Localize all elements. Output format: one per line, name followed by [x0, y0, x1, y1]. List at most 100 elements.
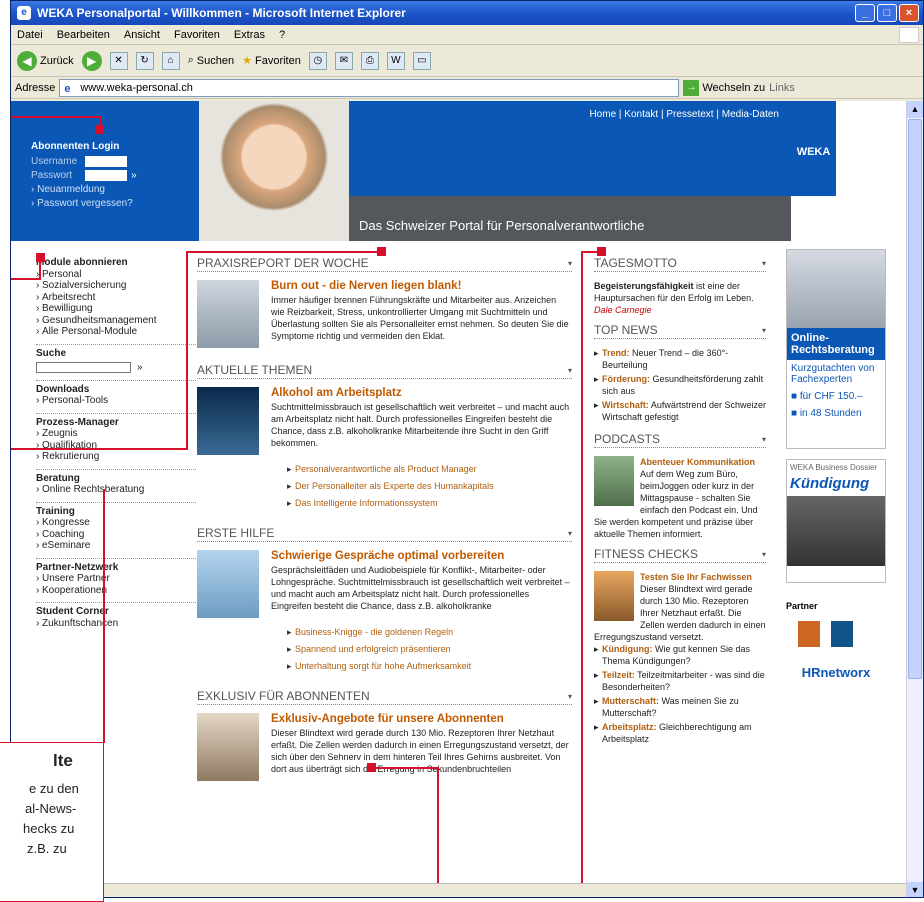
nav-item[interactable]: Sozialversicherung: [36, 280, 196, 292]
nav-section-prozess: Prozess-Manager: [36, 412, 196, 429]
nav-item[interactable]: Unsere Partner: [36, 573, 196, 585]
back-button[interactable]: ◀ Zurück: [17, 50, 74, 71]
nav-item[interactable]: Rekrutierung: [36, 451, 196, 463]
menu-extras[interactable]: Extras: [234, 29, 265, 41]
site-search-button[interactable]: »: [137, 362, 143, 374]
news-item[interactable]: Wirtschaft: Aufwärtstrend der Schweizer …: [594, 399, 766, 423]
history-icon[interactable]: ◷: [308, 51, 327, 70]
nav-item[interactable]: Personal-Tools: [36, 395, 196, 407]
search-icon: ⌕: [187, 54, 194, 66]
check-item[interactable]: Teilzeit: Teilzeitmitarbeiter - was sind…: [594, 669, 766, 693]
left-navigation: Module abonnieren Personal Sozialversich…: [36, 254, 196, 629]
scroll-down-icon[interactable]: ▼: [907, 882, 923, 897]
callout-line: [11, 278, 39, 280]
menu-bearbeiten[interactable]: Bearbeiten: [57, 29, 110, 41]
related-link[interactable]: Spannend und erfolgreich präsentieren: [287, 643, 572, 655]
related-link[interactable]: Unterhaltung sorgt für hohe Aufmerksamke…: [287, 660, 572, 672]
check-item[interactable]: Arbeitsplatz: Gleichberechtigung am Arbe…: [594, 721, 766, 745]
address-input[interactable]: www.weka-personal.ch: [59, 78, 680, 97]
nav-item[interactable]: Kongresse: [36, 517, 196, 529]
article-title[interactable]: Burn out - die Nerven liegen blank!: [271, 280, 572, 292]
menu-datei[interactable]: Datei: [17, 29, 43, 41]
site-search-input[interactable]: [36, 362, 131, 374]
mail-icon[interactable]: ✉: [334, 51, 353, 70]
weka-logo[interactable]: WEKA: [791, 101, 836, 196]
nav-item[interactable]: Coaching: [36, 529, 196, 541]
home-icon[interactable]: ⌂: [161, 51, 180, 70]
callout-marker: [367, 763, 376, 772]
nav-item[interactable]: Zukunftschancen: [36, 618, 196, 630]
nav-item[interactable]: Bewilligung: [36, 303, 196, 315]
nav-item[interactable]: eSeminare: [36, 540, 196, 552]
related-link[interactable]: Das Intelligente Informationssystem: [287, 497, 572, 509]
nav-item[interactable]: Alle Personal-Module: [36, 326, 196, 338]
nav-item[interactable]: Kooperationen: [36, 585, 196, 597]
menu-favoriten[interactable]: Favoriten: [174, 29, 220, 41]
go-arrow-icon: →: [683, 79, 700, 96]
windows-flag-icon: [899, 26, 919, 43]
ie-icon: e: [17, 6, 31, 20]
nav-item[interactable]: Online Rechtsberatung: [36, 484, 196, 496]
related-link[interactable]: Personalverantwortliche als Product Mana…: [287, 463, 572, 475]
ad-kuendigung[interactable]: WEKA Business Dossier Kündigung: [786, 459, 886, 583]
links-label[interactable]: Links: [769, 82, 795, 94]
article-text: Immer häufiger brennen Führungskräfte un…: [271, 295, 569, 341]
menu-ansicht[interactable]: Ansicht: [124, 29, 160, 41]
login-submit[interactable]: »: [131, 170, 137, 181]
hrnetworx-logo[interactable]: HRnetworx: [786, 665, 886, 680]
minimize-button[interactable]: _: [855, 4, 875, 22]
article-title[interactable]: Alkohol am Arbeitsplatz: [271, 387, 572, 399]
fitness: Testen Sie Ihr Fachwissen Dieser Blindte…: [594, 571, 766, 643]
article-title[interactable]: Schwierige Gespräche optimal vorbereiten: [271, 550, 572, 562]
ad-rechtsberatung[interactable]: Online-Rechtsberatung Kurzgutachten von …: [786, 249, 886, 449]
nav-item[interactable]: Zeugnis: [36, 428, 196, 440]
vertical-scrollbar[interactable]: ▲ ▼: [906, 101, 923, 897]
scroll-up-icon[interactable]: ▲: [907, 101, 923, 118]
forgot-password-link[interactable]: › Passwort vergessen?: [31, 198, 199, 209]
password-input[interactable]: [85, 170, 127, 181]
related-link[interactable]: Der Personalleiter als Experte des Human…: [287, 480, 572, 492]
hr-swiss-logo[interactable]: [798, 621, 853, 647]
maximize-button[interactable]: □: [877, 4, 897, 22]
ad-photo: [787, 496, 885, 566]
scroll-thumb[interactable]: [908, 119, 922, 679]
callout-line: [186, 251, 381, 253]
nav-section-module: Module abonnieren: [36, 257, 128, 268]
check-item[interactable]: Mutterschaft: Was meinen Sie zu Muttersc…: [594, 695, 766, 719]
stop-icon[interactable]: ✕: [109, 51, 128, 70]
print-icon[interactable]: ⎙: [360, 51, 379, 70]
nav-item[interactable]: Arbeitsrecht: [36, 292, 196, 304]
nav-item[interactable]: Personal: [36, 269, 196, 281]
news-item[interactable]: Förderung: Gesundheitsförderung zahlt si…: [594, 373, 766, 397]
article-title[interactable]: Exklusiv-Angebote für unsere Abonnenten: [271, 713, 572, 725]
forward-arrow-icon[interactable]: ▶: [81, 50, 102, 71]
related-link[interactable]: Business-Knigge - die goldenen Regeln: [287, 626, 572, 638]
edit-icon[interactable]: W: [386, 51, 405, 70]
callout-marker: [377, 247, 386, 256]
callout-line: [437, 767, 439, 897]
news-item[interactable]: Trend: Neuer Trend – die 360°-Beurteilun…: [594, 347, 766, 371]
search-button[interactable]: ⌕ Suchen: [188, 54, 234, 67]
close-button[interactable]: ×: [899, 4, 919, 22]
refresh-icon[interactable]: ↻: [135, 51, 154, 70]
page-viewport: Abonnenten Login Username Passwort » › Ne…: [11, 101, 907, 897]
folder-icon[interactable]: ▭: [412, 51, 431, 70]
main-content: PRAXISREPORT DER WOCHE Burn out - die Ne…: [197, 249, 572, 789]
register-link[interactable]: › Neuanmeldung: [31, 184, 199, 195]
password-label: Passwort: [31, 170, 73, 181]
related-links: Business-Knigge - die goldenen Regeln Sp…: [197, 626, 572, 672]
nav-item[interactable]: Gesundheitsmanagement: [36, 315, 196, 327]
menu-help[interactable]: ?: [279, 29, 285, 41]
callout-marker: [36, 253, 45, 262]
callout-marker: [95, 125, 104, 134]
favorites-button[interactable]: ★ Favoriten: [242, 54, 301, 68]
go-button[interactable]: → Wechseln zu: [683, 79, 765, 96]
check-item[interactable]: Kündigung: Wie gut kennen Sie das Thema …: [594, 643, 766, 667]
ad-column: Online-Rechtsberatung Kurzgutachten von …: [786, 249, 886, 680]
related-links: Personalverantwortliche als Product Mana…: [197, 463, 572, 509]
annotation-box: lte e zu den al-News- hecks zu z.B. zu: [0, 742, 104, 902]
article-exklusiv: Exklusiv-Angebote für unsere Abonnenten D…: [197, 713, 572, 781]
username-input[interactable]: [85, 156, 127, 167]
top-nav[interactable]: Home | Kontakt | Presse­text | Media-Dat…: [349, 109, 779, 120]
fitness-image: [594, 571, 634, 621]
